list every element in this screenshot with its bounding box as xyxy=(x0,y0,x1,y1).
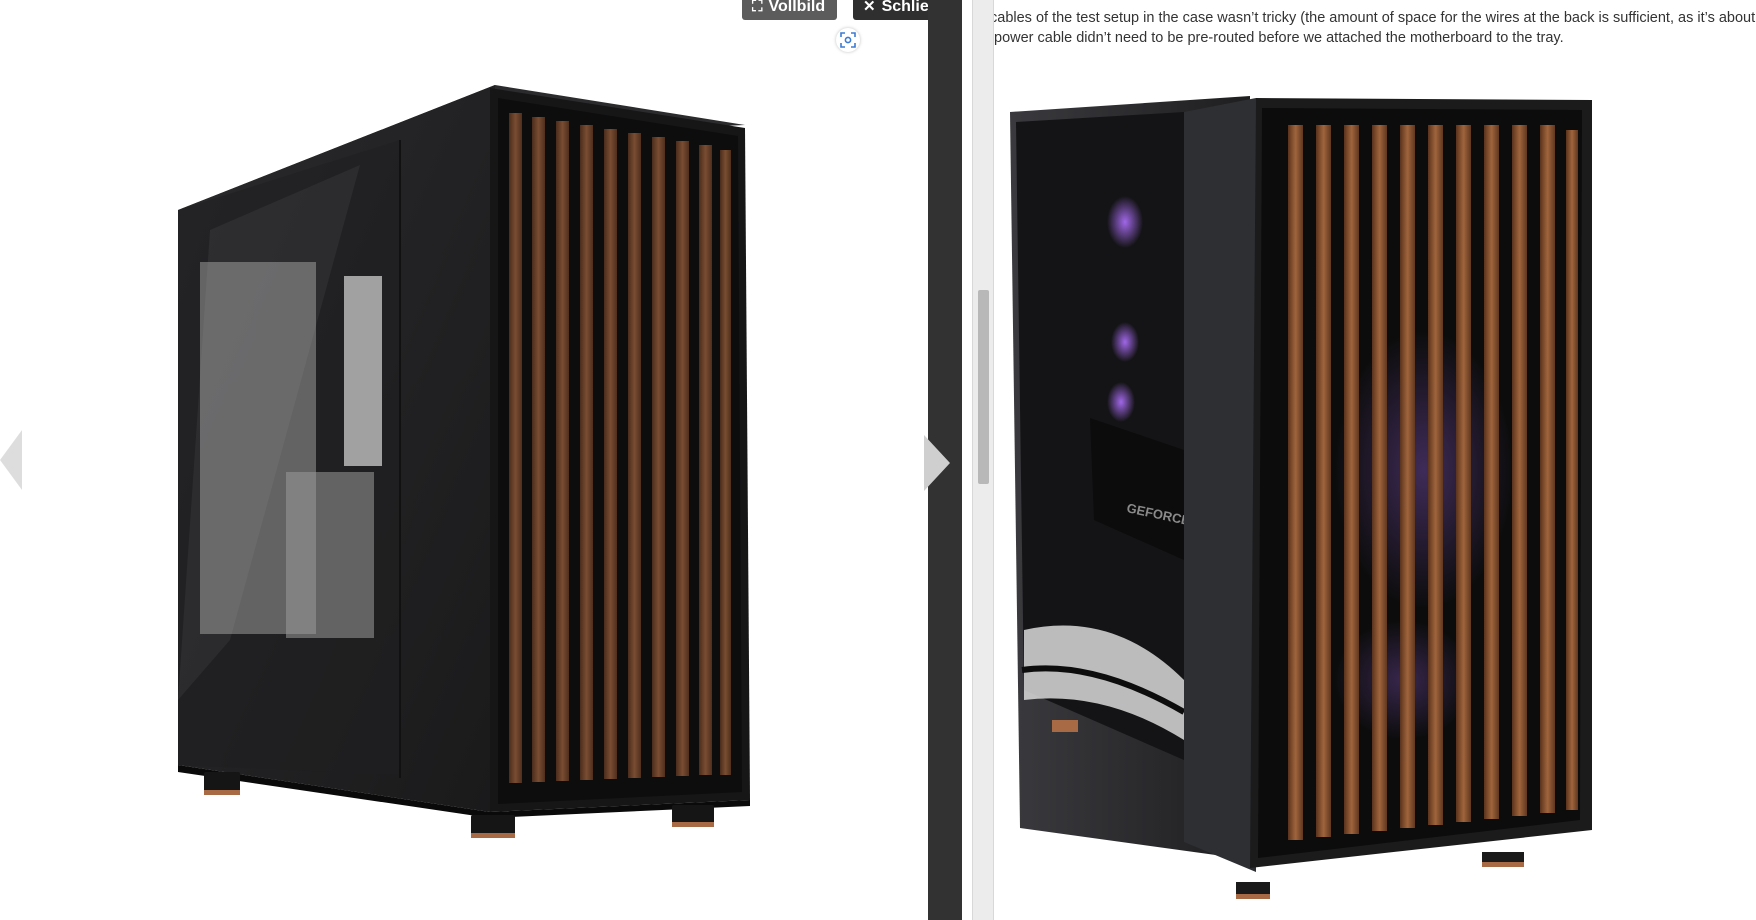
chevron-right-icon xyxy=(924,435,950,491)
screen: ⛶ Vollbild ✕ Schließen cables xyxy=(0,0,1756,920)
fullscreen-corners-icon: ⛶ xyxy=(752,0,763,15)
previous-image-button[interactable] xyxy=(0,430,22,490)
close-label: Schließen xyxy=(881,0,928,15)
product-image-case xyxy=(178,85,750,838)
scrollbar-thumb[interactable] xyxy=(978,290,989,484)
lightbox-viewer: ⛶ Vollbild ✕ Schließen xyxy=(0,0,928,920)
zoom-focus-icon[interactable] xyxy=(836,28,860,52)
article-image-case: GEFORCE RTX xyxy=(1010,96,1592,899)
close-button[interactable]: ✕ Schließen xyxy=(853,0,928,20)
next-image-button[interactable] xyxy=(920,435,954,491)
article-panel: cables of the test setup in the case was… xyxy=(994,0,1756,920)
close-x-icon: ✕ xyxy=(863,0,876,15)
fullscreen-button[interactable]: ⛶ Vollbild xyxy=(742,0,838,20)
chevron-left-icon xyxy=(0,430,22,490)
fullscreen-label: Vollbild xyxy=(768,0,826,15)
scrollbar[interactable] xyxy=(972,0,994,920)
